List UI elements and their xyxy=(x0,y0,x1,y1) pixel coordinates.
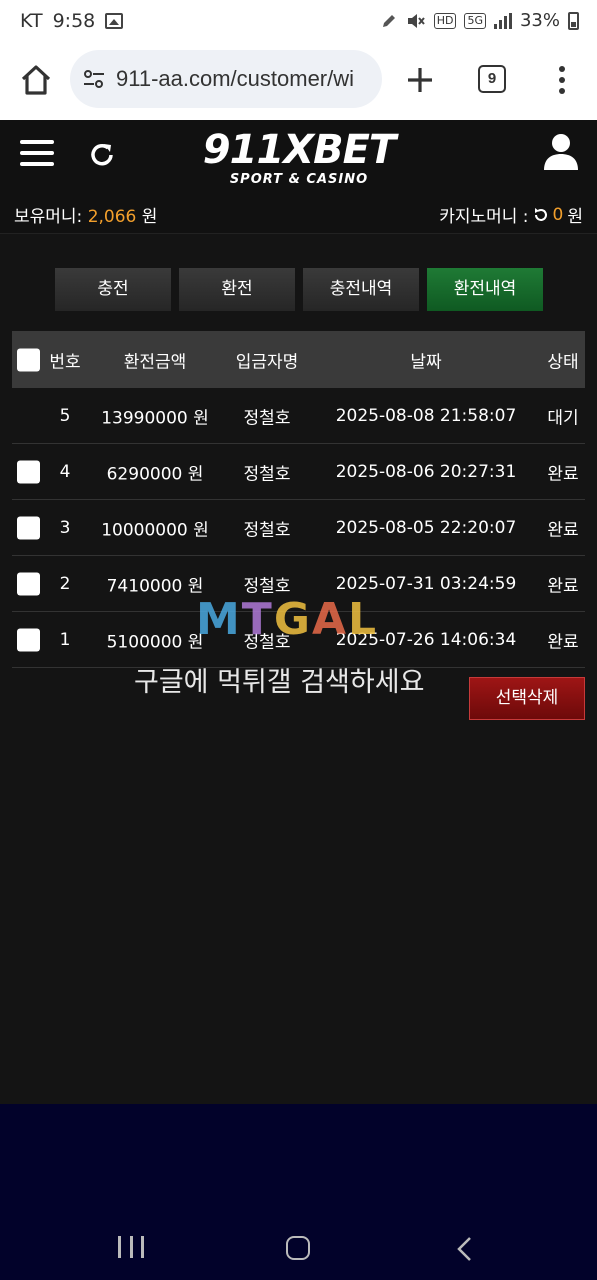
row-date: 2025-08-05 22:20:07 xyxy=(335,517,517,538)
row-status: 완료 xyxy=(547,464,579,484)
row-checkbox[interactable] xyxy=(17,572,40,595)
5g-icon: 5G xyxy=(464,12,486,29)
url-bar[interactable]: 911-aa.com/customer/wi xyxy=(70,50,382,108)
url-text[interactable]: 911-aa.com/customer/wi xyxy=(116,66,370,92)
row-no: 4 xyxy=(59,461,71,482)
pen-icon xyxy=(382,14,395,27)
recent-apps-icon[interactable] xyxy=(118,1236,144,1260)
row-status: 완료 xyxy=(547,632,579,652)
home-nav-icon[interactable] xyxy=(286,1236,310,1260)
clock: 9:58 xyxy=(52,10,96,32)
battery-icon xyxy=(568,11,579,30)
row-date: 2025-07-31 03:24:59 xyxy=(335,573,517,594)
browser-toolbar: 911-aa.com/customer/wi 9 xyxy=(0,44,597,120)
row-depositor: 정철호 xyxy=(243,576,291,596)
row-checkbox[interactable] xyxy=(17,460,40,483)
header-amount: 환전금액 xyxy=(123,352,187,372)
new-tab-icon[interactable] xyxy=(404,64,436,96)
header-status: 상태 xyxy=(547,352,579,372)
menu-icon[interactable] xyxy=(20,140,54,170)
row-depositor: 정철호 xyxy=(243,408,291,428)
money-unit: 원 xyxy=(136,207,158,227)
row-date: 2025-08-08 21:58:07 xyxy=(335,405,517,426)
casino-unit: 원 xyxy=(567,207,583,227)
row-amount: 13990000 원 xyxy=(101,408,209,428)
row-no: 5 xyxy=(59,405,71,426)
table-row: 5 13990000 원 정철호 2025-08-08 21:58:07 대기 xyxy=(12,388,585,444)
tab-deposit-history[interactable]: 충전내역 xyxy=(303,268,419,311)
status-bar: KT 9:58 HD 5G 33% xyxy=(0,0,597,44)
row-checkbox[interactable] xyxy=(17,628,40,651)
row-amount: 5100000 원 xyxy=(106,632,204,652)
tab-deposit[interactable]: 충전 xyxy=(55,268,171,311)
casino-balance: 카지노머니 : 0 원 xyxy=(439,202,583,228)
logo-text: 911XBET xyxy=(202,127,396,173)
more-menu-icon[interactable] xyxy=(556,64,568,96)
row-no: 3 xyxy=(59,517,71,538)
casino-label: 카지노머니 : xyxy=(439,207,529,227)
table-row: 3 10000000 원 정철호 2025-08-05 22:20:07 완료 xyxy=(12,500,585,556)
transaction-tabs: 충전 환전 충전내역 환전내역 xyxy=(55,268,543,311)
image-notification-icon xyxy=(105,13,124,29)
select-all-checkbox[interactable] xyxy=(17,348,40,371)
back-icon[interactable] xyxy=(455,1236,475,1262)
site-header: 911XBET SPORT & CASINO xyxy=(0,120,597,190)
tab-switcher-button[interactable]: 9 xyxy=(478,65,506,93)
row-depositor: 정철호 xyxy=(243,464,291,484)
delete-selected-button[interactable]: 선택삭제 xyxy=(469,677,585,720)
row-amount: 7410000 원 xyxy=(106,576,204,596)
tab-withdraw[interactable]: 환전 xyxy=(179,268,295,311)
money-balance: 보유머니: 2,066 원 xyxy=(14,202,157,227)
balance-bar: 보유머니: 2,066 원 카지노머니 : 0 원 xyxy=(0,190,597,234)
row-checkbox[interactable] xyxy=(17,516,40,539)
casino-refresh-icon[interactable] xyxy=(533,207,549,223)
row-amount: 6290000 원 xyxy=(106,464,204,484)
site-logo[interactable]: 911XBET SPORT & CASINO xyxy=(196,128,402,190)
row-no: 2 xyxy=(59,573,71,594)
money-label: 보유머니: xyxy=(14,207,88,227)
home-icon[interactable] xyxy=(18,62,54,98)
hd-voice-icon: HD xyxy=(433,12,457,29)
header-no: 번호 xyxy=(49,352,81,372)
tab-withdraw-history[interactable]: 환전내역 xyxy=(427,268,543,311)
watermark-text: 구글에 먹튀갤 검색하세요 xyxy=(134,667,425,698)
row-status: 완료 xyxy=(547,576,579,596)
table-row: 4 6290000 원 정철호 2025-08-06 20:27:31 완료 xyxy=(12,444,585,500)
mute-icon xyxy=(407,13,425,28)
row-date: 2025-08-06 20:27:31 xyxy=(335,461,517,482)
table-header: 번호 환전금액 입금자명 날짜 상태 xyxy=(12,331,585,388)
row-amount: 10000000 원 xyxy=(101,520,209,540)
money-value: 2,066 xyxy=(87,207,137,227)
refresh-icon[interactable] xyxy=(87,140,117,170)
header-depositor: 입금자명 xyxy=(235,352,299,372)
row-depositor: 정철호 xyxy=(243,520,291,540)
row-no: 1 xyxy=(59,629,71,650)
user-icon[interactable] xyxy=(542,132,580,172)
signal-icon xyxy=(493,12,512,29)
header-date: 날짜 xyxy=(410,352,442,372)
carrier: KT xyxy=(20,10,43,32)
bottom-area xyxy=(0,1104,597,1280)
logo-subtitle: SPORT & CASINO xyxy=(229,172,369,187)
row-status: 완료 xyxy=(547,520,579,540)
watermark-logo: MTGAL xyxy=(196,594,379,645)
row-status: 대기 xyxy=(547,408,579,428)
site-settings-icon[interactable] xyxy=(82,69,106,89)
casino-value: 0 xyxy=(552,204,564,225)
battery-percent: 33% xyxy=(519,10,560,31)
